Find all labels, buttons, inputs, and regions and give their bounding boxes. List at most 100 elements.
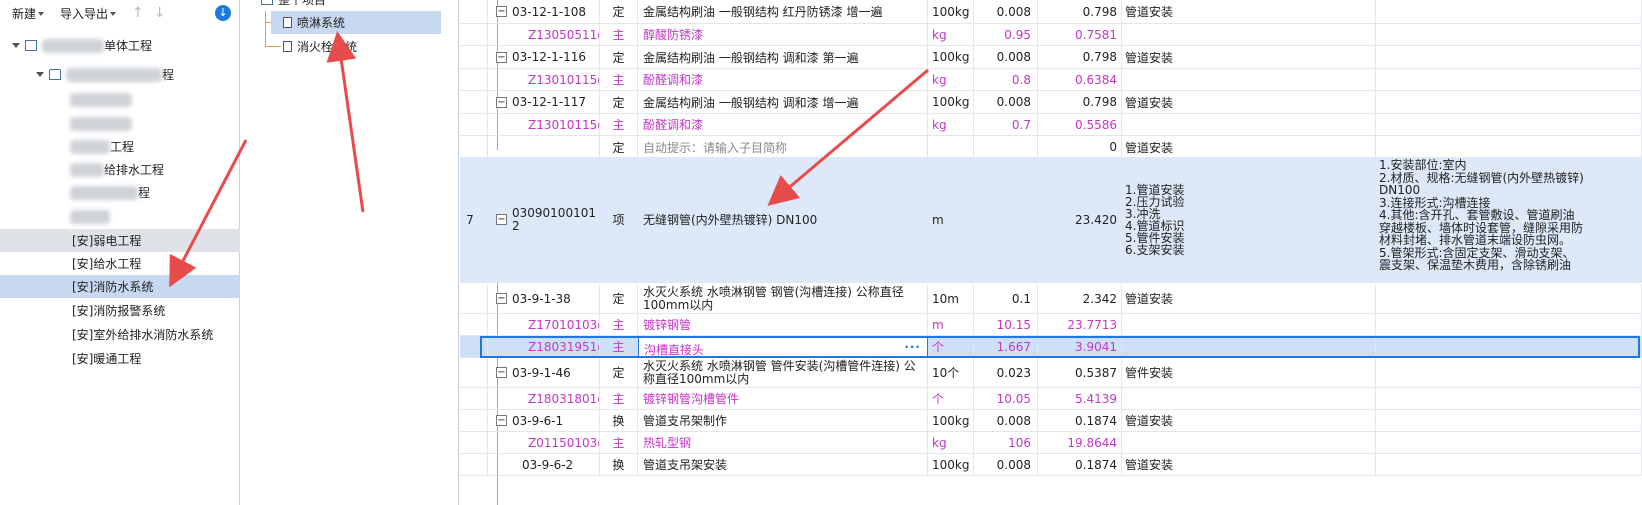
bill-of-quantities-grid: −03-12-1-108 定金属结构刷油 一般钢结构 红丹防锈漆 增一遍 100kg… [460,0,1642,505]
grid-row[interactable]: Z01150103@1 主 热轧型钢 kg 106 19.8644 [460,432,1642,454]
grid-row[interactable]: Z17010103@1 主 镀锌钢管 m 10.15 23.7713 [460,314,1642,336]
name-cell[interactable]: 金属结构刷油 一般钢结构 调和漆 增一遍 [638,91,928,113]
amount-cell: 0.6384 [1038,69,1122,90]
code-cell[interactable]: −03-9-1-38 [488,284,600,313]
code-cell[interactable]: −03090100101 2 [488,157,600,282]
section-item-hydrant[interactable]: 消火栓系统 [271,35,441,58]
section-root[interactable]: 整个项目 [241,0,459,11]
grid-row[interactable]: −03-12-1-116 定 金属结构刷油 一般钢结构 调和漆 第一遍 100kg 0.… [460,46,1642,69]
tree-child-node[interactable]: 程 [0,63,240,86]
name-cell[interactable]: 水灭火系统 水喷淋钢管 钢管(沟槽连接) 公称直径100mm以内 [638,284,928,313]
name-cell[interactable]: 自动提示：请输入子目简称 [638,136,928,158]
row-index-cell [460,388,480,409]
grid-row[interactable]: Z18031801@1 主 镀锌钢管沟槽管件 个 10.05 5.4139 [460,388,1642,410]
type-cell: 定 [600,0,638,23]
amount-text: 0 [1109,140,1117,154]
collapse-icon[interactable]: − [496,293,507,304]
code-cell[interactable]: Z13050511@1 [488,24,600,45]
code-cell[interactable]: −03-12-1-108 [488,0,600,23]
unit-cell: 个 [928,388,974,409]
import-export-button[interactable]: 导入导出 [60,5,117,22]
name-cell[interactable]: 金属结构刷油 一般钢结构 调和漆 第一遍 [638,46,928,68]
section-item-sprinkler[interactable]: 喷淋系统 [271,11,441,34]
name-cell[interactable]: 管道支吊架制作 [638,410,928,431]
collapse-icon[interactable]: − [496,6,507,17]
tree-item-label: 给排水工程 [104,163,165,177]
name-text: 镀锌钢管沟槽管件 [643,392,740,406]
code-cell[interactable]: Z13010115@1 [488,114,600,135]
code-cell[interactable]: −03-12-1-117 [488,91,600,113]
grid-row[interactable]: Z13010115@1 主 酚醛调和漆 kg 0.7 0.5586 [460,114,1642,136]
name-text: 管道支吊架安装 [643,458,728,472]
code-cell[interactable]: 03-9-6-2 [488,454,600,475]
type-text: 项 [612,213,625,227]
name-cell[interactable]: 金属结构刷油 一般钢结构 红丹防锈漆 增一遍 [638,0,928,23]
name-text: 热轧型钢 [643,436,692,450]
tree-item-redacted[interactable] [0,112,240,135]
more-options-icon[interactable]: ··· [904,340,921,354]
name-cell[interactable]: 酚醛调和漆 [638,69,928,90]
tree-item-weak-current[interactable]: [安]弱电工程 [0,229,240,252]
collapse-icon[interactable]: − [496,51,507,63]
code-cell[interactable]: −03-9-6-1 [488,410,600,431]
quantity-text: 0.008 [996,4,1031,19]
amount-cell: 23.7713 [1038,314,1122,335]
name-cell[interactable]: 热轧型钢 [638,432,928,453]
code-cell[interactable]: Z13010115@1 [488,69,600,90]
code-cell[interactable]: Z18031801@1 [488,388,600,409]
code-cell[interactable]: Z18031951@2 [488,336,600,357]
grid-row[interactable]: −03-12-1-108 定 金属结构刷油 一般钢结构 红丹防锈漆 增一遍 100kg… [460,0,1642,24]
expand-icon[interactable] [36,72,44,77]
tree-item[interactable]: 程 [0,181,240,204]
grid-row[interactable]: −03-9-1-46 定 水灭火系统 水喷淋钢管 管件安装(沟槽管件连接) 公称直径… [460,358,1642,388]
code-cell[interactable]: −03-9-1-46 [488,358,600,387]
tree-item-hvac[interactable]: [安]暖通工程 [0,347,240,370]
collapse-icon[interactable]: − [496,214,507,225]
move-up-icon[interactable]: ↑ [132,5,144,21]
tree-item-outdoor[interactable]: [安]室外给排水消防水系统 [0,323,240,346]
name-cell[interactable]: 镀锌钢管 [638,314,928,335]
tree-item-redacted[interactable] [0,205,240,228]
tree-item-water-supply[interactable]: [安]给水工程 [0,252,240,275]
code-cell[interactable]: Z01150103@1 [488,432,600,453]
tree-root-node[interactable]: 单体工程 [0,34,240,57]
grid-row[interactable]: 03-9-6-2 换 管道支吊架安装 100kg 0.008 0.1874 管道安装 [460,454,1642,476]
expand-icon[interactable] [12,43,20,48]
name-cell[interactable]: 醇酸防锈漆 [638,24,928,45]
name-cell[interactable]: 水灭火系统 水喷淋钢管 管件安装(沟槽管件连接) 公称直径100mm以内 [638,358,928,387]
grid-row[interactable]: −03-9-6-1 换 管道支吊架制作 100kg 0.008 0.1874 管道安装 [460,410,1642,432]
grid-row[interactable]: Z13010115@1 主 酚醛调和漆 kg 0.8 0.6384 [460,69,1642,91]
item-row[interactable]: 7 −03090100101 2 项 无缝钢管(内外壁热镀锌) DN100 m 23.420… [460,157,1642,283]
tree-item-redacted[interactable] [0,88,240,111]
amount-cell: 2.342 [1038,284,1122,313]
code-cell[interactable]: Z17010103@1 [488,314,600,335]
grid-row[interactable]: −03-12-1-117 定 金属结构刷油 一般钢结构 调和漆 增一遍 100kg 0.… [460,91,1642,114]
grid-row[interactable]: Z13050511@1 主 醇酸防锈漆 kg 0.95 0.7581 [460,24,1642,46]
tree-item[interactable]: 给排水工程 [0,158,240,181]
unit-cell: m [928,157,974,282]
name-cell[interactable]: 镀锌钢管沟槽管件 [638,388,928,409]
amount-text: 0.7581 [1075,27,1117,42]
new-button[interactable]: 新建 [12,5,45,22]
name-edit-box[interactable]: 沟槽直接头 ··· [638,336,928,357]
code-cell[interactable]: −03-12-1-116 [488,46,600,68]
collapse-icon[interactable]: − [496,96,507,108]
code-wrapper: Z13050511@1 [488,28,599,42]
name-cell[interactable]: 酚醛调和漆 [638,114,928,135]
grid-row[interactable]: 定 自动提示：请输入子目简称 0 管道安装 [460,136,1642,159]
move-down-icon[interactable]: ↓ [154,5,166,21]
amount-text: 0.5586 [1075,117,1117,132]
download-icon[interactable]: ↓ [215,5,231,21]
grid-row[interactable]: −03-9-1-38 定 水灭火系统 水喷淋钢管 钢管(沟槽连接) 公称直径100m… [460,284,1642,314]
name-cell[interactable]: 管道支吊架安装 [638,454,928,475]
tree-item-fire-alarm[interactable]: [安]消防报警系统 [0,299,240,322]
code-cell[interactable] [488,136,600,158]
tree-item[interactable]: 工程 [0,135,240,158]
collapse-icon[interactable]: − [496,367,507,378]
tree-item-fire-water[interactable]: [安]消防水系统 [0,275,240,298]
name-cell[interactable]: 无缝钢管(内外壁热镀锌) DN100 [638,157,928,282]
unit-text: 100kg [932,413,970,428]
unit-cell: kg [928,114,974,135]
grid-row[interactable]: Z18031951@2 主 个 1.667 3.9041 沟槽直接头 ··· [460,336,1642,358]
collapse-icon[interactable]: − [496,415,507,426]
